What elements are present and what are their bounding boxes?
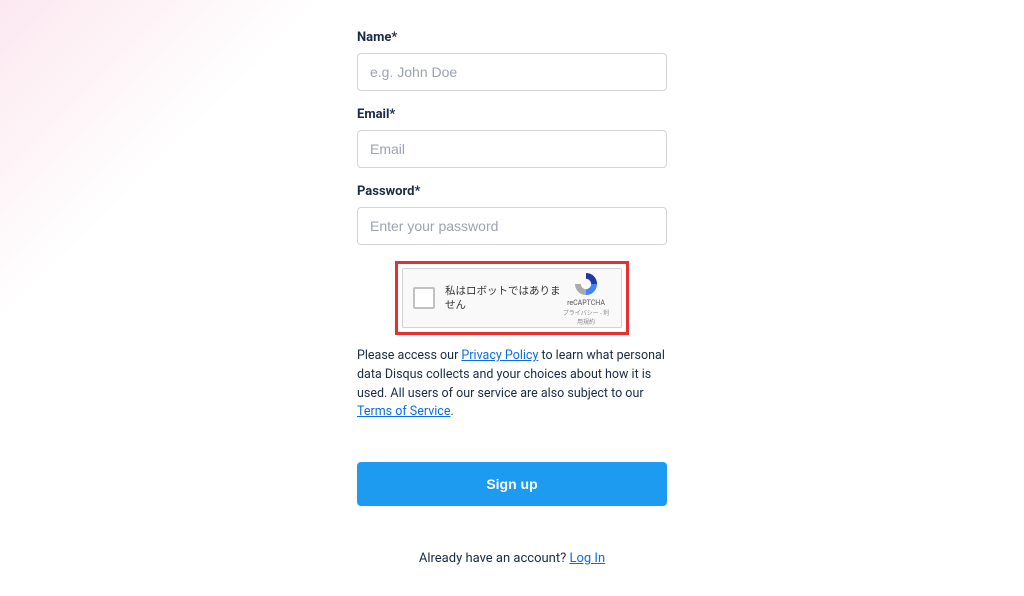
name-label: Name*	[357, 30, 667, 45]
password-group: Password*	[357, 184, 667, 245]
privacy-prefix: Please access our	[357, 348, 461, 363]
recaptcha-checkbox[interactable]	[413, 287, 435, 309]
login-prompt: Already have an account? Log In	[357, 551, 667, 566]
login-link[interactable]: Log In	[569, 551, 605, 566]
signup-form-container: Name* Email* Password* 私はロボットではありません	[302, 30, 722, 566]
recaptcha-widget[interactable]: 私はロボットではありません reCAPTCHA プライバシー - 利用規約	[402, 268, 622, 328]
name-input[interactable]	[357, 53, 667, 91]
terms-of-service-link[interactable]: Terms of Service	[357, 404, 450, 419]
recaptcha-privacy-terms: プライバシー - 利用規約	[561, 308, 611, 326]
signup-button[interactable]: Sign up	[357, 462, 667, 506]
email-group: Email*	[357, 107, 667, 168]
privacy-suffix: .	[450, 404, 453, 419]
password-label: Password*	[357, 184, 667, 199]
email-input[interactable]	[357, 130, 667, 168]
name-group: Name*	[357, 30, 667, 91]
recaptcha-wrapper: 私はロボットではありません reCAPTCHA プライバシー - 利用規約	[357, 261, 667, 335]
recaptcha-highlight-border: 私はロボットではありません reCAPTCHA プライバシー - 利用規約	[395, 261, 629, 335]
email-label: Email*	[357, 107, 667, 122]
privacy-disclosure: Please access our Privacy Policy to lear…	[357, 347, 667, 422]
password-input[interactable]	[357, 207, 667, 245]
recaptcha-logo-icon	[573, 271, 599, 297]
privacy-policy-link[interactable]: Privacy Policy	[461, 348, 538, 363]
login-prompt-text: Already have an account?	[419, 551, 570, 566]
recaptcha-brand-text: reCAPTCHA	[561, 299, 611, 307]
recaptcha-text: 私はロボットではありません	[445, 284, 561, 311]
recaptcha-brand-section: reCAPTCHA プライバシー - 利用規約	[561, 271, 611, 326]
